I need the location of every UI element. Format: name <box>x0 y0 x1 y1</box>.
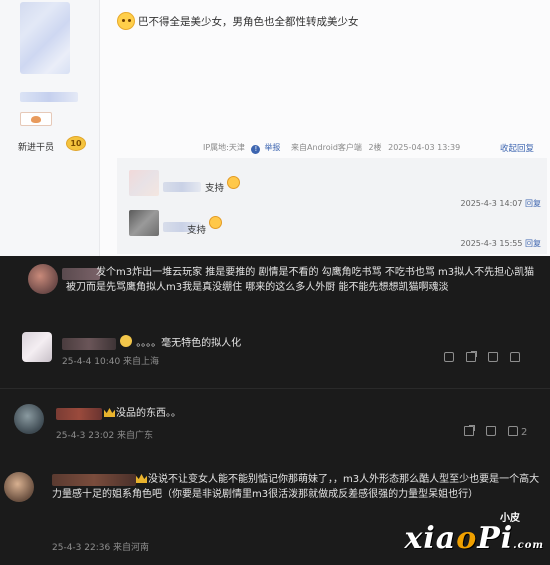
reply-button[interactable]: 回复 <box>525 199 541 208</box>
avatar[interactable] <box>4 472 34 502</box>
watermark-main: xiaoPi.com <box>404 521 544 556</box>
comment-item: 发个m3炸出一堆云玩家 推是要推的 剧情是不看的 勾鹰角吃书骂 不吃书也骂 m3… <box>0 256 550 322</box>
smile-emoji-icon <box>209 216 222 229</box>
level-label: 新进干员 <box>18 143 55 153</box>
warning-icon: ! <box>251 145 261 154</box>
comment-text: 没品的东西。。 <box>104 406 181 421</box>
comment-item: 。。。。毫无特色的拟人化 25-4-4 10:40 来自上海 <box>0 326 550 374</box>
smile-emoji-icon <box>227 176 240 189</box>
like-icon[interactable] <box>488 352 498 362</box>
username-blurred[interactable] <box>56 408 102 420</box>
like-icon[interactable] <box>486 426 496 436</box>
level-badge: 10 <box>66 136 86 151</box>
comment-meta: 25-4-3 23:02 来自广东 <box>56 431 154 441</box>
collapse-replies-link[interactable]: 收起回复 <box>500 142 534 154</box>
divider <box>0 388 550 389</box>
reply-button[interactable]: 回复 <box>525 239 541 248</box>
bread-icon <box>31 116 41 123</box>
emoji-icon <box>120 335 132 347</box>
crown-icon <box>104 408 115 417</box>
reply-time: 2025-4-3 15:55 回复 <box>460 239 541 248</box>
share-icon[interactable] <box>466 351 477 362</box>
smile-emoji-icon <box>117 12 135 30</box>
avatar[interactable] <box>14 404 44 434</box>
reply-text: 支持 <box>205 183 225 194</box>
avatar[interactable] <box>20 2 70 74</box>
dislike-icon[interactable] <box>508 426 518 436</box>
reply-text: 支持 <box>187 225 207 236</box>
site-watermark-logo: 小皮 xiaoPi.com <box>404 509 544 561</box>
member-badge <box>20 112 52 126</box>
comment-panel: 发个m3炸出一堆云玩家 推是要推的 剧情是不看的 勾鹰角吃书骂 不吃书也骂 m3… <box>0 256 550 565</box>
comment-text: 没说不让变女人能不能别惦记你那萌妹了，，m3人外形态那么酷人型至少也要是一个高大… <box>52 474 540 500</box>
share-icon[interactable] <box>464 425 475 436</box>
comment-text: 发个m3炸出一堆云玩家 推是要推的 剧情是不看的 勾鹰角吃书骂 不吃书也骂 m3… <box>66 267 535 293</box>
avatar[interactable] <box>28 264 58 294</box>
crown-icon <box>136 474 147 483</box>
reply-avatar[interactable] <box>129 210 159 236</box>
username-blurred[interactable] <box>20 92 78 102</box>
floor-number: 2楼 <box>368 143 382 152</box>
username-blurred[interactable] <box>62 338 116 350</box>
post-meta: IP属地:天津 ! 举报 来自Android客户端 2楼 2025-04-03 1… <box>203 142 464 154</box>
report-link[interactable]: ! 举报 <box>251 143 284 154</box>
client-source: 来自Android客户端 <box>290 143 362 152</box>
reply-icon[interactable] <box>444 352 454 362</box>
reply-username-blurred[interactable] <box>163 182 201 192</box>
reply-item: 支持 2025-4-3 14:07 回复 <box>117 162 547 208</box>
reply-list: 支持 2025-4-3 14:07 回复 支持 2025-4-3 15:55 回… <box>117 158 547 254</box>
forum-post-panel: 新进干员 10 巴不得全是美少女，男角色也全都性转成美少女 IP属地:天津 ! 举… <box>0 0 550 256</box>
avatar[interactable] <box>22 332 52 362</box>
reply-avatar[interactable] <box>129 170 159 196</box>
comment-actions: 2 <box>452 425 528 438</box>
user-sidebar: 新进干员 10 <box>0 0 100 256</box>
ip-location: IP属地:天津 <box>203 143 245 152</box>
comment-meta: 25-4-4 10:40 来自上海 <box>62 357 160 367</box>
post-content: 巴不得全是美少女，男角色也全都性转成美少女 <box>138 16 359 28</box>
comment-item: 没品的东西。。 25-4-3 23:02 来自广东 2 <box>0 396 550 446</box>
dislike-icon[interactable] <box>510 352 520 362</box>
comment-text: 。。。。毫无特色的拟人化 <box>120 335 241 351</box>
comment-actions <box>432 351 520 364</box>
post-datetime: 2025-04-03 13:39 <box>388 143 461 152</box>
comment-meta: 25-4-3 22:36 来自河南 <box>52 543 150 553</box>
reply-item: 支持 2025-4-3 15:55 回复 <box>117 208 547 252</box>
like-count: 2 <box>521 427 528 438</box>
